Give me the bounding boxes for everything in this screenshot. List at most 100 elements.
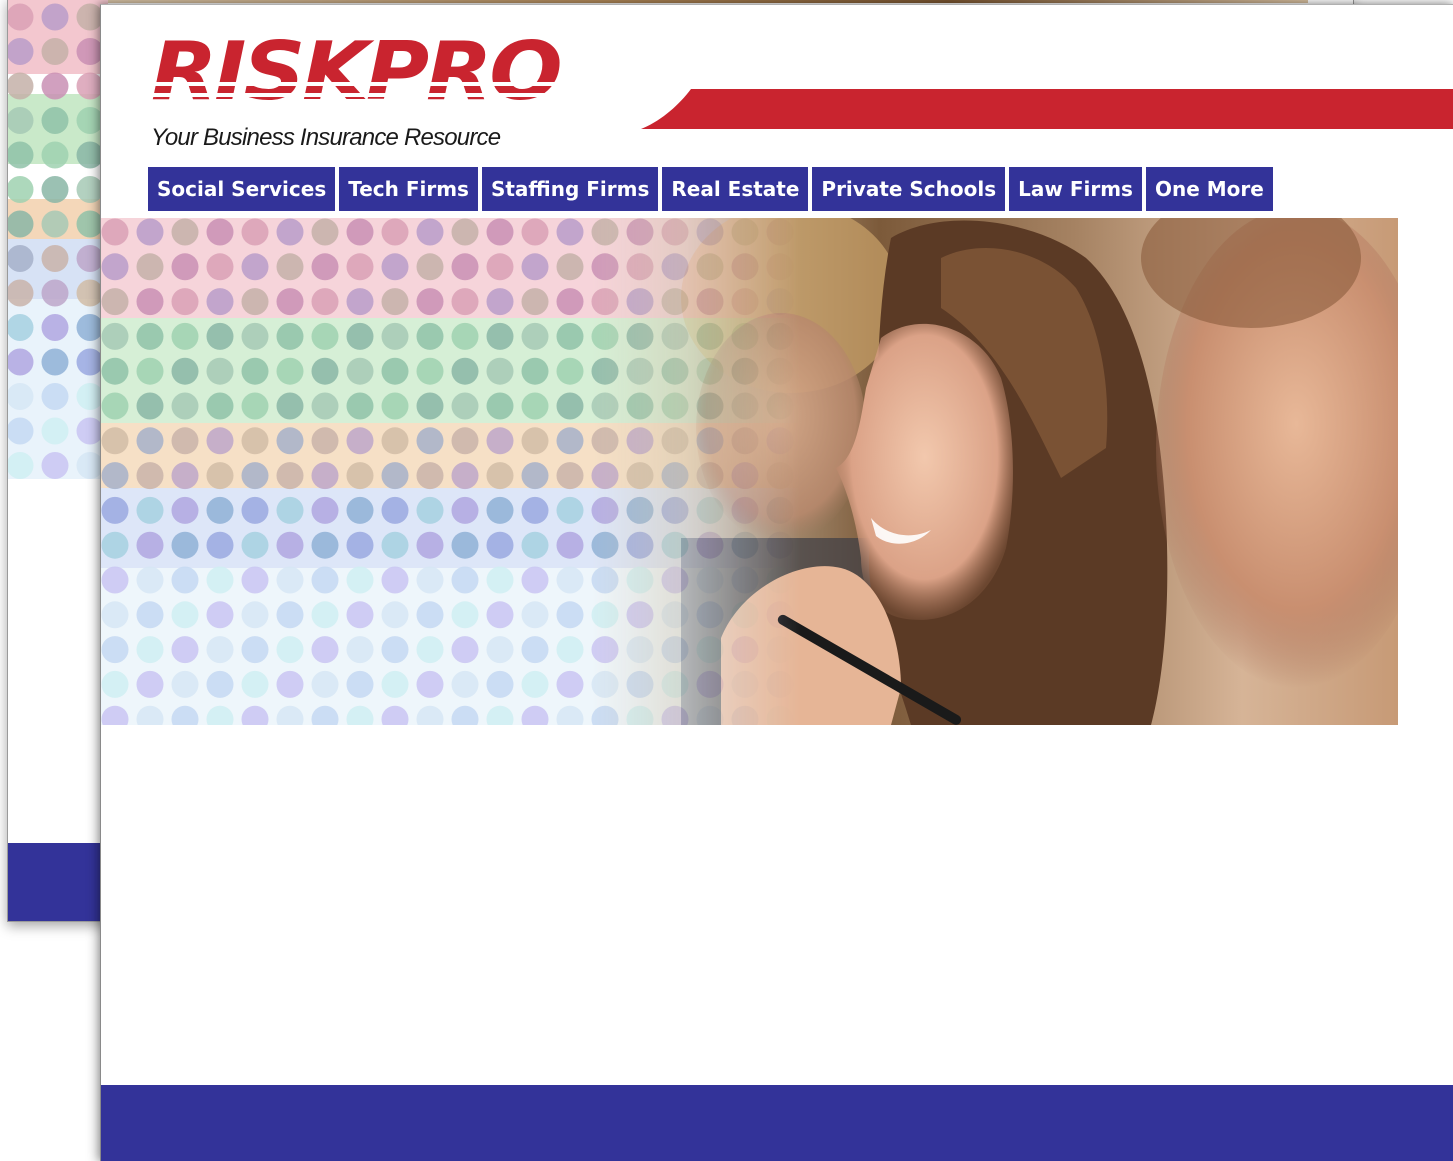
- hero-dot: [731, 218, 759, 246]
- riskpro-logo[interactable]: RISKPRO: [151, 27, 651, 118]
- hero-dot-pattern: [101, 218, 801, 725]
- nav-item-private-schools[interactable]: Private Schools: [812, 167, 1006, 211]
- hero-dot: [136, 670, 164, 698]
- back-dot: [41, 383, 69, 410]
- hero-dot: [626, 392, 654, 420]
- back-dot: [41, 348, 69, 376]
- hero-dot: [556, 670, 584, 698]
- hero-dot: [591, 496, 619, 524]
- back-dot: [41, 107, 69, 134]
- hero-dot: [486, 636, 514, 664]
- back-photo-strip: [108, 0, 1308, 3]
- hero-dot: [276, 462, 304, 490]
- hero-dot: [486, 322, 514, 350]
- hero-dot: [416, 601, 444, 629]
- hero-dot: [381, 566, 409, 594]
- hero-dot: [241, 288, 269, 316]
- hero-dot: [276, 636, 304, 664]
- hero-dot: [416, 357, 444, 385]
- hero-dot: [451, 566, 479, 594]
- hero-dot: [521, 462, 549, 490]
- hero-dot: [416, 670, 444, 698]
- hero-dot: [521, 288, 549, 316]
- hero-dot: [696, 462, 724, 490]
- back-dot: [41, 314, 69, 341]
- hero-dot: [626, 601, 654, 629]
- hero-dot: [626, 531, 654, 559]
- hero-dot: [136, 288, 164, 316]
- hero-dot: [311, 427, 339, 455]
- hero-dot: [661, 462, 689, 490]
- hero-dot: [731, 392, 759, 420]
- tagline: Your Business Insurance Resource: [151, 124, 501, 151]
- hero-dot: [451, 496, 479, 524]
- hero-dot: [766, 601, 794, 629]
- hero-dot: [206, 427, 234, 455]
- hero-dot: [731, 531, 759, 559]
- hero-dot: [346, 427, 374, 455]
- hero-dot: [556, 288, 584, 316]
- hero-dot: [381, 253, 409, 281]
- hero-dot: [766, 462, 794, 490]
- back-dot: [41, 141, 69, 169]
- hero-dot: [626, 566, 654, 594]
- hero-dot: [451, 322, 479, 350]
- hero-dot: [241, 566, 269, 594]
- hero-dot: [276, 253, 304, 281]
- hero-dot: [451, 357, 479, 385]
- hero-dot: [731, 253, 759, 281]
- hero-dot: [136, 322, 164, 350]
- hero-dot: [206, 357, 234, 385]
- hero-dot: [591, 322, 619, 350]
- back-dot: [41, 245, 69, 272]
- back-dot: [41, 72, 69, 100]
- hero-dot: [101, 496, 129, 524]
- hero-dot: [626, 636, 654, 664]
- hero-dot: [276, 531, 304, 559]
- hero-dot: [451, 601, 479, 629]
- screenshot-stage: RISKPRO Your Business Insurance Resource…: [0, 0, 1453, 1161]
- hero-dot: [661, 427, 689, 455]
- hero-dot: [451, 218, 479, 246]
- hero-dot: [661, 566, 689, 594]
- hero-dot: [276, 218, 304, 246]
- hero-dot: [486, 531, 514, 559]
- hero-dot: [346, 322, 374, 350]
- hero-dot: [451, 392, 479, 420]
- hero-dot: [171, 288, 199, 316]
- hero-dot: [486, 462, 514, 490]
- hero-dot: [381, 427, 409, 455]
- hero-dot: [346, 601, 374, 629]
- hero-dot: [241, 601, 269, 629]
- hero-dot: [346, 636, 374, 664]
- nav-item-law-firms[interactable]: Law Firms: [1009, 167, 1142, 211]
- hero-dot: [311, 392, 339, 420]
- hero-dot: [381, 670, 409, 698]
- nav-item-staffing-firms[interactable]: Staffing Firms: [481, 167, 659, 211]
- hero-dot: [626, 462, 654, 490]
- hero-dot: [171, 218, 199, 246]
- hero-dot: [311, 288, 339, 316]
- nav-item-tech-firms[interactable]: Tech Firms: [339, 167, 478, 211]
- hero-dot: [696, 670, 724, 698]
- hero-dot: [381, 392, 409, 420]
- nav-item-social-services[interactable]: Social Services: [148, 167, 336, 211]
- nav-item-one-more[interactable]: One More: [1145, 167, 1273, 211]
- hero-dot: [521, 496, 549, 524]
- hero-dot: [591, 288, 619, 316]
- hero-dot: [171, 392, 199, 420]
- back-dot: [41, 176, 69, 203]
- hero-dot: [206, 462, 234, 490]
- hero-dot: [451, 427, 479, 455]
- hero-dot: [591, 531, 619, 559]
- hero-dot: [521, 601, 549, 629]
- hero-dot: [346, 218, 374, 246]
- hero-dot: [171, 531, 199, 559]
- hero-dot: [521, 636, 549, 664]
- hero-dot: [731, 357, 759, 385]
- hero-dot: [241, 427, 269, 455]
- hero-dot: [696, 427, 724, 455]
- nav-item-real-estate[interactable]: Real Estate: [662, 167, 809, 211]
- hero-dot: [241, 392, 269, 420]
- hero-dot: [766, 427, 794, 455]
